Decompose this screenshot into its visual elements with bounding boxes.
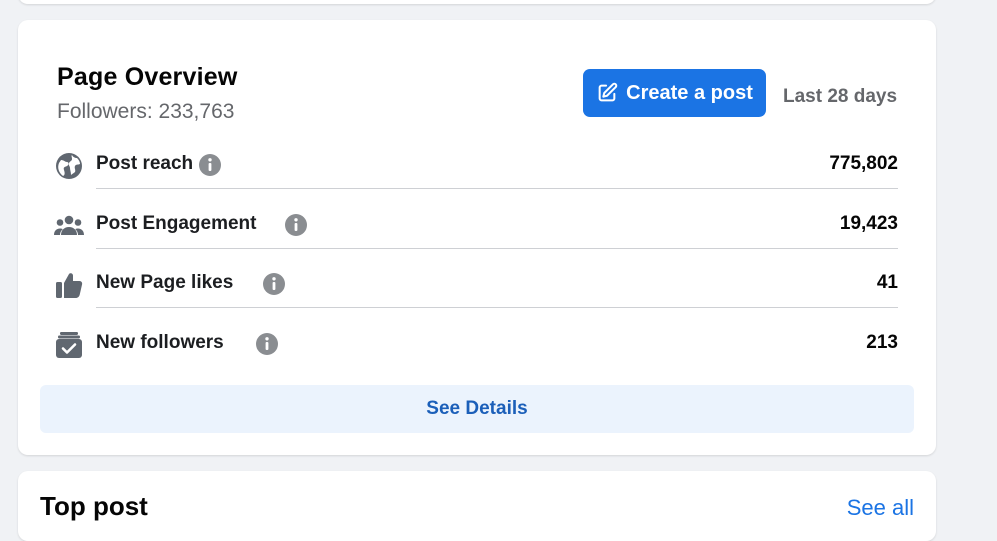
info-icon[interactable]	[263, 273, 285, 295]
metric-value: 775,802	[829, 153, 898, 174]
date-range-label[interactable]: Last 28 days	[783, 86, 897, 108]
people-icon	[54, 211, 84, 241]
metric-new-followers: New followers 213	[54, 322, 898, 368]
metric-label: New followers	[96, 332, 224, 353]
see-all-link[interactable]: See all	[847, 495, 914, 521]
divider	[96, 248, 898, 249]
info-icon[interactable]	[256, 333, 278, 355]
follow-check-icon	[54, 330, 84, 360]
info-icon[interactable]	[199, 154, 221, 176]
metric-label: New Page likes	[96, 272, 234, 293]
metric-value: 41	[876, 272, 898, 293]
create-post-label: Create a post	[626, 81, 753, 104]
metric-label: Post Engagement	[96, 213, 257, 234]
divider	[96, 307, 898, 308]
create-post-button[interactable]: Create a post	[583, 69, 766, 117]
top-post-card: Top post See all	[18, 471, 936, 541]
page-overview-title: Page Overview	[57, 63, 238, 91]
divider	[96, 188, 898, 189]
previous-card	[18, 0, 936, 4]
metric-post-engagement: Post Engagement 19,423	[54, 203, 898, 249]
metric-value: 213	[866, 332, 898, 353]
metric-label: Post reach	[96, 153, 194, 174]
info-icon[interactable]	[285, 214, 307, 236]
see-details-button[interactable]: See Details	[40, 385, 914, 433]
followers-count: Followers: 233,763	[57, 100, 235, 123]
metric-post-reach: Post reach 775,802	[54, 143, 898, 189]
metric-new-page-likes: New Page likes 41	[54, 262, 898, 308]
edit-icon	[596, 82, 618, 104]
thumbs-up-icon	[54, 270, 84, 300]
metric-value: 19,423	[839, 213, 898, 234]
globe-icon	[54, 151, 84, 181]
top-post-title: Top post	[40, 491, 148, 521]
page-overview-card: Page Overview Followers: 233,763 Create …	[18, 20, 936, 455]
